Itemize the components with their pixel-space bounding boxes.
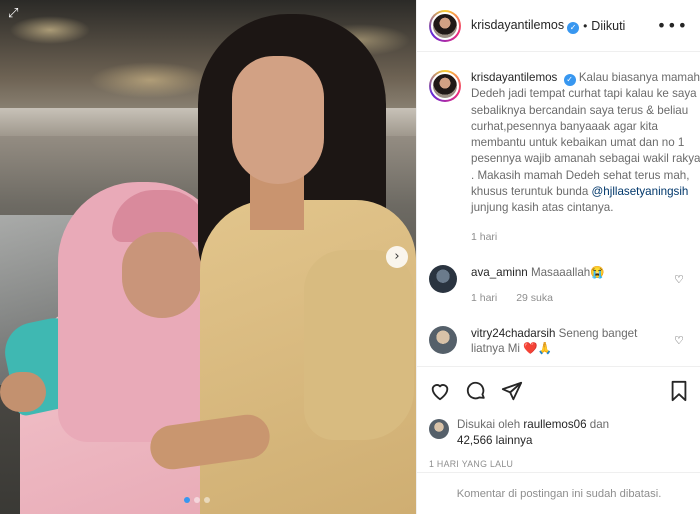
caption-username[interactable]: krisdayantilemos — [471, 71, 557, 84]
comment-item: ava_aminn Masaaallah😭 1 hari 29 suka ♡ — [429, 264, 688, 304]
comment-text: vitry24chadarsih Seneng banget liatnya M… — [471, 326, 638, 355]
post-sidebar: krisdayantilemos ✓ • Diikuti ••• krisdaya… — [416, 0, 700, 514]
more-options-icon[interactable]: ••• — [657, 16, 688, 35]
carousel-dot — [204, 497, 210, 503]
liker-username[interactable]: raullemos06 — [523, 418, 586, 431]
caption-body: Kalau biasanya mamah Dedeh jadi tempat c… — [471, 71, 700, 199]
comment-likes[interactable]: 29 suka — [516, 292, 553, 304]
comment-item: vitry24chadarsih Seneng banget liatnya M… — [429, 325, 688, 356]
younger-woman-face — [232, 56, 324, 184]
caption-meta: 1 hari — [471, 231, 700, 243]
carousel-dot — [184, 497, 190, 503]
post-timestamp[interactable]: 1 HARI YANG LALU — [429, 459, 689, 469]
comment-meta: 1 hari 29 suka — [471, 292, 671, 304]
comment-icon[interactable] — [465, 380, 487, 402]
separator-dot: • — [583, 18, 588, 33]
avatar[interactable] — [429, 325, 457, 354]
older-woman-face — [122, 232, 202, 318]
verified-badge-icon: ✓ — [567, 21, 580, 34]
ruffle-sleeve — [304, 250, 414, 440]
header-username[interactable]: krisdayantilemos ✓ — [471, 18, 580, 34]
post-photo[interactable]: ⤢ › — [0, 0, 416, 514]
avatar[interactable] — [429, 70, 461, 102]
comment-username[interactable]: vitry24chadarsih — [471, 327, 555, 340]
avatar[interactable] — [429, 9, 461, 42]
carousel-next-button[interactable]: › — [386, 246, 408, 268]
caption: krisdayantilemos ✓ Kalau biasanya mamah … — [429, 70, 700, 243]
caption-time[interactable]: 1 hari — [471, 231, 497, 243]
likes-count[interactable]: 42,566 lainnya — [457, 434, 532, 447]
carousel-dot — [194, 497, 200, 503]
likes-summary: Disukai oleh raullemos06 dan 42,566 lain… — [429, 417, 689, 449]
post-header: krisdayantilemos ✓ • Diikuti ••• — [417, 0, 700, 52]
likes-text[interactable]: Disukai oleh raullemos06 dan 42,566 lain… — [457, 417, 609, 449]
comments-list[interactable]: krisdayantilemos ✓ Kalau biasanya mamah … — [417, 52, 700, 366]
avatar[interactable] — [429, 264, 457, 293]
comments-disabled-notice: Komentar di postingan ini sudah dibatasi… — [417, 472, 700, 514]
comment-time[interactable]: 1 hari — [471, 292, 497, 304]
heart-icon[interactable] — [429, 380, 451, 402]
paper-plane-icon[interactable] — [501, 380, 523, 402]
older-woman-hand — [0, 372, 46, 412]
mention-link[interactable]: @hjllasetyaningsih — [592, 185, 689, 198]
avatar[interactable] — [429, 419, 449, 439]
caption-body-end: junjung kasih atas cintanya. — [471, 201, 614, 215]
follow-status-button[interactable]: Diikuti — [591, 19, 625, 33]
comment-like-icon[interactable]: ♡ — [674, 334, 686, 347]
comment-like-icon[interactable]: ♡ — [674, 273, 686, 286]
carousel-indicator — [184, 497, 210, 503]
verified-badge-icon: ✓ — [563, 74, 576, 86]
caption-text: krisdayantilemos ✓ Kalau biasanya mamah … — [471, 70, 700, 217]
bookmark-icon[interactable] — [669, 380, 689, 402]
post-actions: Disukai oleh raullemos06 dan 42,566 lain… — [417, 366, 700, 469]
action-bar — [429, 379, 689, 403]
comment-username[interactable]: ava_aminn — [471, 266, 528, 279]
expand-icon[interactable]: ⤢ — [8, 6, 18, 21]
comment-text: ava_aminn Masaaallah😭 — [471, 265, 605, 279]
